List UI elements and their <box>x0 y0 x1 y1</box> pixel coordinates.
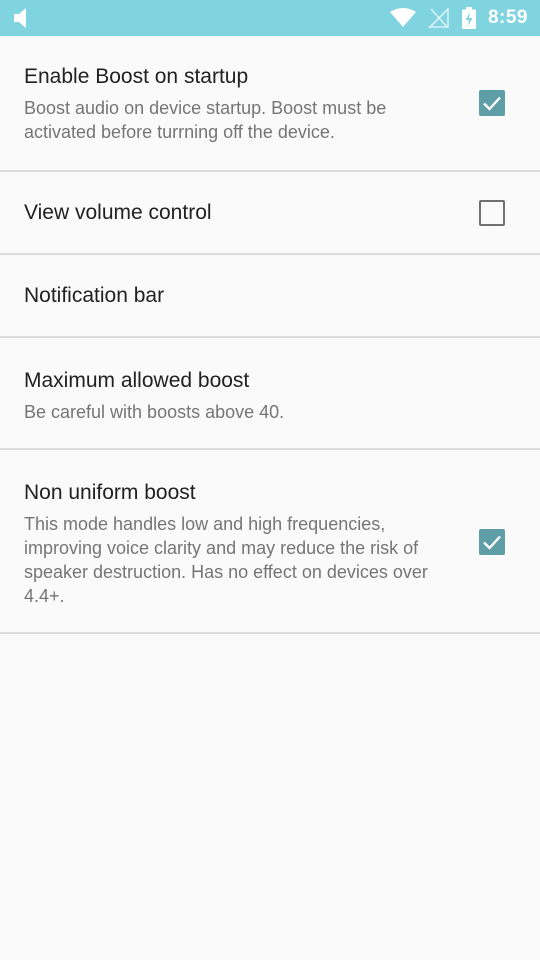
setting-text: Notification bar <box>24 283 164 309</box>
setting-summary: This mode handles low and high frequenci… <box>24 514 428 606</box>
checkmark-icon <box>483 96 501 111</box>
wifi-icon <box>389 8 416 27</box>
setting-title: Notification bar <box>24 284 165 307</box>
volume-icon <box>14 8 26 28</box>
setting-summary: Be careful with boosts above 40. <box>24 402 285 422</box>
setting-text: Non uniform boost This mode handles low … <box>24 480 444 608</box>
non-uniform-boost-checkbox[interactable] <box>479 529 505 555</box>
setting-maximum-allowed-boost[interactable]: Maximum allowed boost Be careful with bo… <box>0 338 540 450</box>
view-volume-control-checkbox[interactable] <box>479 200 505 226</box>
setting-title: View volume control <box>24 201 212 224</box>
no-sim-icon <box>428 8 449 28</box>
status-icons: 8:59 <box>389 0 528 36</box>
setting-text: Enable Boost on startup Boost audio on d… <box>24 64 444 144</box>
setting-title: Enable Boost on startup <box>24 65 249 88</box>
battery-charging-icon <box>461 7 476 29</box>
status-bar: 8:59 <box>0 0 540 36</box>
setting-title: Non uniform boost <box>24 481 196 504</box>
setting-title: Maximum allowed boost <box>24 369 250 392</box>
setting-enable-boost-on-startup[interactable]: Enable Boost on startup Boost audio on d… <box>0 36 540 172</box>
setting-text: View volume control <box>24 200 212 226</box>
setting-text: Maximum allowed boost Be careful with bo… <box>24 368 444 424</box>
setting-non-uniform-boost[interactable]: Non uniform boost This mode handles low … <box>0 450 540 634</box>
setting-summary: Boost audio on device startup. Boost mus… <box>24 98 387 142</box>
status-time: 8:59 <box>487 7 528 28</box>
checkmark-icon <box>483 535 501 550</box>
settings-list: Enable Boost on startup Boost audio on d… <box>0 36 540 634</box>
setting-view-volume-control[interactable]: View volume control <box>0 172 540 255</box>
enable-boost-checkbox[interactable] <box>479 90 505 116</box>
setting-notification-bar[interactable]: Notification bar <box>0 255 540 338</box>
